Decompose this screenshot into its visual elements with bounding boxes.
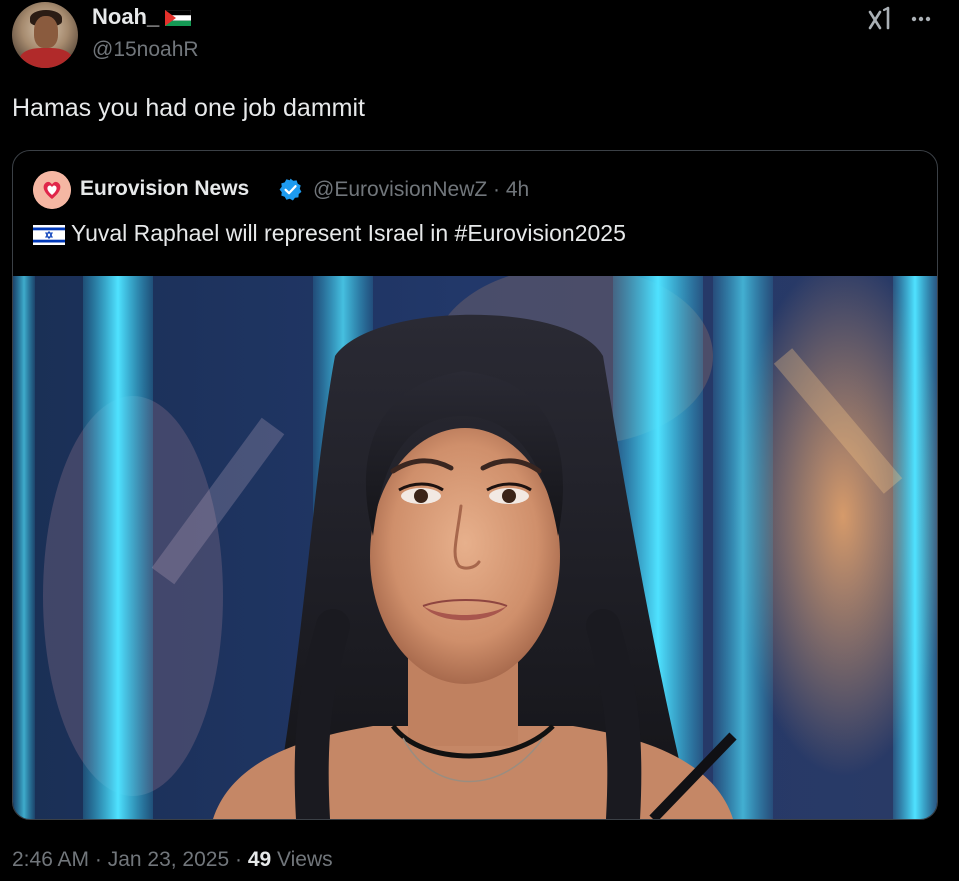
author-name-label: Noah_ — [92, 4, 160, 29]
views-count[interactable]: 49 — [248, 848, 271, 871]
author-handle[interactable]: @15noahR — [92, 38, 199, 62]
eurovision-news-avatar[interactable] — [33, 171, 71, 209]
performer-photo — [13, 276, 937, 819]
avatar-face — [34, 16, 58, 48]
author-avatar[interactable] — [12, 2, 78, 68]
quoted-tweet-text: Yuval Raphael will represent Israel in #… — [71, 220, 626, 246]
more-options-icon[interactable] — [906, 4, 936, 34]
views-label: Views — [271, 848, 333, 871]
israel-flag-icon — [33, 225, 65, 245]
quoted-tweet-card[interactable]: Eurovision News @EurovisionNewZ · 4h Yuv… — [12, 150, 938, 820]
tweet-text: Hamas you had one job dammit — [12, 94, 365, 122]
palestine-flag-icon — [165, 10, 192, 26]
tweet-container: Noah_ @15noahR Hamas you had one job dam… — [0, 0, 959, 881]
author-name[interactable]: Noah_ — [92, 4, 192, 30]
timestamp[interactable]: 2:46 AM · Jan 23, 2025 · — [12, 848, 248, 871]
quoted-handle-time[interactable]: @EurovisionNewZ · 4h — [313, 178, 529, 202]
verified-badge-icon — [279, 178, 302, 201]
quoted-author-name[interactable]: Eurovision News — [80, 177, 249, 201]
quoted-tweet-photo[interactable] — [13, 276, 937, 819]
avatar-clothing — [20, 48, 72, 68]
tweet-footer: 2:46 AM · Jan 23, 2025 · 49 Views — [12, 848, 333, 872]
grok-icon[interactable] — [864, 4, 894, 34]
